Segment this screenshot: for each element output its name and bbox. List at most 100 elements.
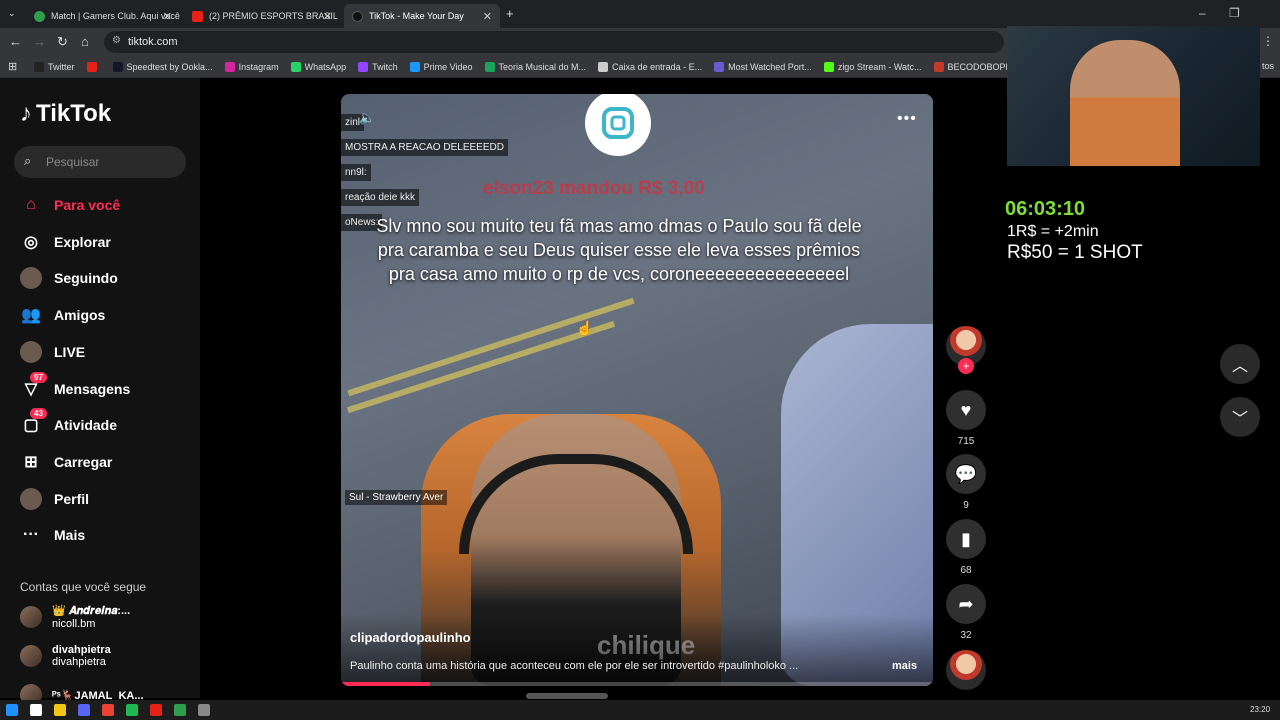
followed-account[interactable]: divahpietra divahpietra — [20, 644, 111, 668]
bookmark-favicon-icon — [358, 61, 369, 72]
bookmark-item[interactable]: Speedtest by Ookla... — [112, 61, 213, 72]
bookmark-label: Instagram — [238, 61, 279, 72]
sidebar-item-label: LIVE — [54, 343, 86, 360]
share-icon: ➦ — [946, 584, 986, 624]
bookmark-label: Twitch — [372, 61, 398, 72]
sidebar-item-activity[interactable]: ▢ 43 Atividade — [20, 408, 190, 440]
bookmark-item[interactable]: WhatsApp — [290, 61, 346, 72]
close-tab-icon[interactable]: ✕ — [323, 10, 332, 23]
reload-icon[interactable]: ↻ — [57, 34, 68, 50]
video-author[interactable]: clipadordopaulinho — [350, 630, 471, 645]
bookmark-favicon-icon — [224, 61, 235, 72]
taskbar-app-icon[interactable] — [126, 704, 138, 716]
tab-gamers-club[interactable]: Match | Gamers Club. Aqui você ✕ — [26, 4, 180, 28]
taskbar-app-icon[interactable] — [6, 704, 18, 716]
video-player[interactable]: zinl MOSTRA A REACAO DELEEEEDD nn9l: rea… — [341, 94, 933, 686]
compass-icon: ◎ — [24, 233, 38, 251]
like-button[interactable]: ♥ 715 — [946, 390, 986, 447]
comment-button[interactable]: 💬 9 — [946, 454, 986, 511]
site-info-icon[interactable]: ⚙ — [112, 35, 121, 46]
search-input[interactable]: ⌕ Pesquisar — [14, 146, 186, 178]
notification-badge: 97 — [30, 371, 47, 383]
bookmark-item[interactable]: Twitter — [34, 61, 75, 72]
logo-text: TikTok — [36, 100, 112, 127]
sidebar-item-friends[interactable]: 👥 Amigos — [20, 300, 190, 330]
bookmarks-overflow-label[interactable]: tos — [1262, 61, 1274, 71]
sidebar-item-following[interactable]: ● Seguindo — [20, 263, 190, 293]
bookmark-label: Teoria Musical do M... — [498, 61, 587, 72]
browser-menu-icon[interactable]: ⋮ — [1262, 34, 1274, 48]
bookmark-favicon-icon — [598, 61, 609, 72]
tab-tiktok[interactable]: TikTok - Make Your Day ✕ — [344, 4, 500, 28]
music-disc-button[interactable] — [946, 650, 986, 690]
restore-icon[interactable]: ❐ — [1229, 6, 1240, 20]
next-video-button[interactable]: ﹀ — [1220, 397, 1260, 437]
bookmark-item[interactable]: Caixa de entrada - E... — [598, 61, 702, 72]
url-input[interactable]: ⚙ tiktok.com — [104, 31, 1004, 53]
video-bottom-gradient — [341, 614, 933, 686]
taskbar-app-icon[interactable] — [54, 704, 66, 716]
follow-plus-icon[interactable]: + — [958, 358, 974, 374]
taskbar-app-icon[interactable] — [78, 704, 90, 716]
back-icon[interactable]: ← — [9, 34, 22, 49]
tab-search-icon[interactable]: ⌄ — [8, 8, 16, 19]
webcam-person-image — [1070, 40, 1180, 166]
sidebar-item-compass[interactable]: ◎ Explorar — [20, 227, 190, 257]
tab-premio-esports[interactable]: (2) PRÊMIO ESPORTS BRASIL 20 ✕ — [184, 4, 340, 28]
bookmark-favicon-icon — [409, 61, 420, 72]
bookmark-item[interactable]: Most Watched Port... — [714, 61, 812, 72]
new-tab-icon[interactable]: + — [506, 6, 514, 21]
previous-video-button[interactable]: ︿ — [1220, 344, 1260, 384]
following-section-title: Contas que você segue — [20, 580, 147, 594]
more-icon: ··· — [23, 526, 39, 544]
home-icon[interactable]: ⌂ — [81, 34, 89, 49]
sidebar-item-messages[interactable]: ▽ 97 Mensagens — [20, 371, 190, 404]
shot-rule: R$50 = 1 SHOT — [1007, 242, 1143, 263]
taskbar-app-icon[interactable] — [198, 704, 210, 716]
taskbar-app-icon[interactable] — [174, 704, 186, 716]
description-more-link[interactable]: mais — [892, 660, 917, 672]
forward-icon[interactable]: → — [33, 34, 46, 49]
share-count: 32 — [960, 630, 972, 641]
tiktok-logo[interactable]: ♪ TikTok — [20, 100, 111, 128]
taskbar-app-icon[interactable] — [102, 704, 114, 716]
account-handle: nicoll.bm — [52, 618, 96, 630]
save-button[interactable]: ▮ 68 — [946, 519, 986, 576]
sidebar-item-live[interactable]: ● LIVE — [20, 337, 190, 367]
url-text: tiktok.com — [128, 36, 178, 48]
close-tab-icon[interactable]: ✕ — [163, 10, 172, 23]
sidebar-item-label: Seguindo — [54, 270, 118, 287]
close-tab-icon[interactable]: ✕ — [483, 10, 492, 23]
bookmark-icon: ▮ — [946, 519, 986, 559]
followed-account[interactable]: 👑 𝑨𝒏𝒅𝒓𝒆𝒊𝒏𝒂:... nicoll.bm — [20, 604, 130, 630]
road-line — [346, 320, 616, 414]
mute-icon[interactable]: 🔈 — [359, 110, 375, 126]
bookmark-item[interactable] — [86, 61, 101, 72]
video-progress-track[interactable] — [341, 682, 933, 686]
bookmark-item[interactable]: Twitch — [358, 61, 398, 72]
share-button[interactable]: ➦ 32 — [946, 584, 986, 641]
sidebar-item-more[interactable]: ··· Mais — [20, 520, 190, 550]
bookmark-favicon-icon — [34, 61, 44, 72]
tab-title: (2) PRÊMIO ESPORTS BRASIL 20 — [209, 11, 340, 21]
sidebar-item-home[interactable]: ⌂ Para você — [20, 190, 190, 220]
tab-title: TikTok - Make Your Day — [369, 11, 464, 21]
sidebar-item-profile[interactable]: ● Perfil — [20, 484, 190, 514]
sidebar-item-upload[interactable]: ⊞ Carregar — [20, 447, 190, 477]
chat-line: MOSTRA A REACAO DELEEEEDD — [341, 139, 508, 156]
more-options-icon[interactable]: ••• — [897, 110, 917, 128]
apps-grid-icon[interactable]: ⊞ — [8, 60, 17, 73]
bookmark-item[interactable]: Teoria Musical do M... — [484, 61, 587, 72]
video-description: Paulinho conta uma história que acontece… — [350, 660, 799, 672]
sidebar-item-label: Amigos — [54, 307, 106, 324]
bookmark-item[interactable]: Instagram — [224, 61, 279, 72]
bookmark-item[interactable]: Prime Video — [409, 61, 473, 72]
taskbar-app-icon[interactable] — [30, 704, 42, 716]
bookmark-item[interactable]: zigo Stream - Watc... — [823, 61, 922, 72]
taskbar-app-icon[interactable] — [150, 704, 162, 716]
os-taskbar — [0, 700, 1280, 720]
scroll-handle[interactable] — [526, 693, 608, 699]
minimize-icon[interactable]: – — [1199, 6, 1206, 20]
music-disc-icon — [946, 650, 986, 690]
following-avatar-icon: ● — [20, 267, 42, 290]
